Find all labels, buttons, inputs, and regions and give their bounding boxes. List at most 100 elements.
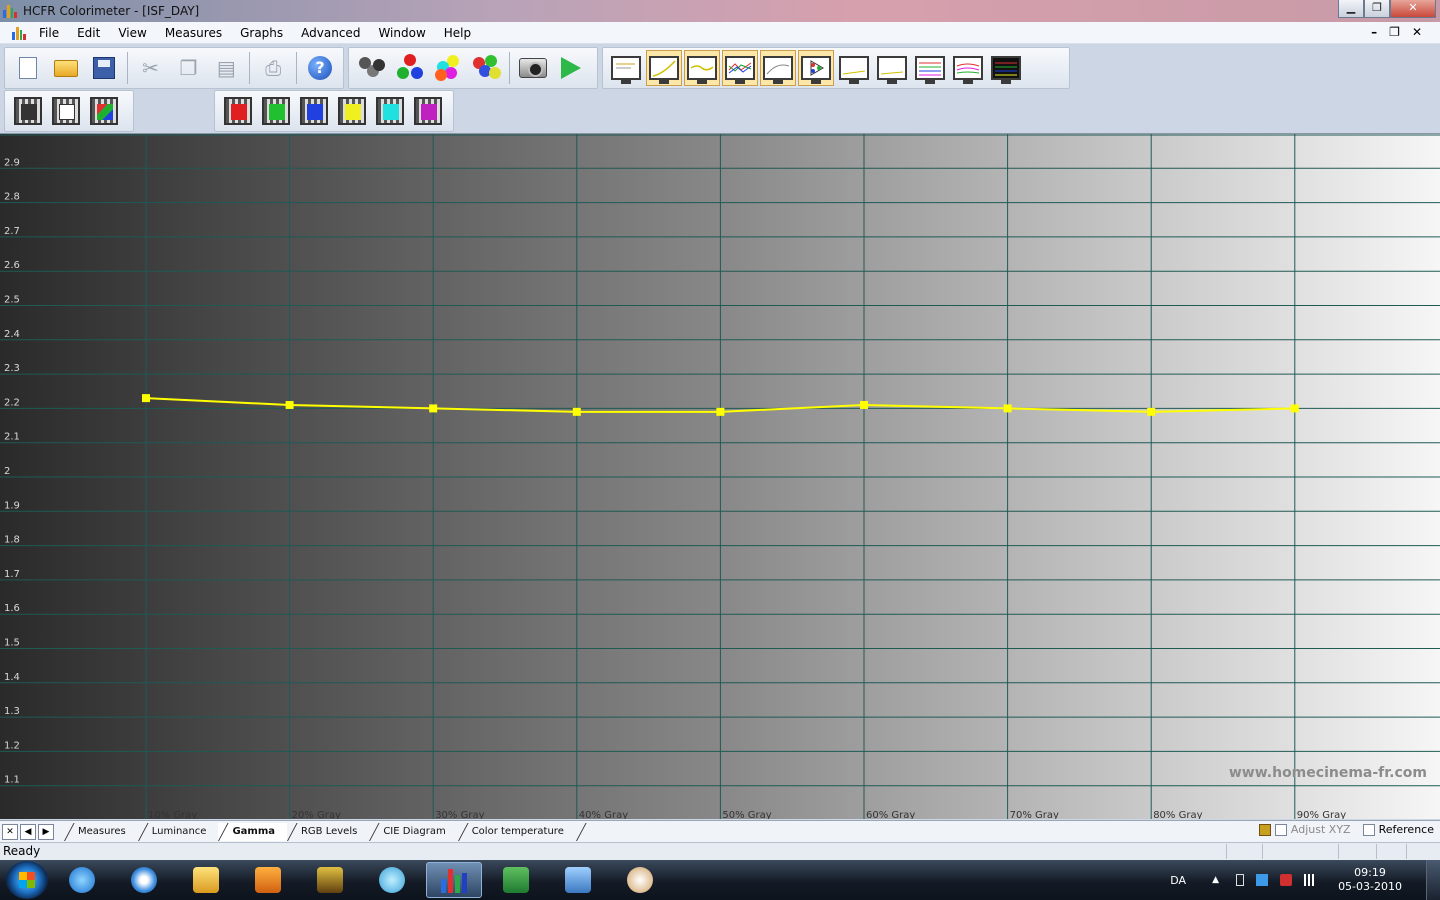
tab-color-temperature[interactable]: Color temperature (458, 823, 576, 841)
gamma-point[interactable] (1003, 404, 1012, 413)
sensor-button[interactable] (354, 50, 390, 86)
taskbar-media-player[interactable] (240, 862, 296, 898)
camera-button[interactable] (515, 50, 551, 86)
clock[interactable]: 09:19 05-03-2010 (1338, 866, 1402, 894)
paste-button[interactable]: ▤ (208, 50, 244, 86)
mdi-close-button[interactable]: ✕ (1412, 25, 1422, 39)
gamma-point[interactable] (429, 404, 438, 413)
measure-yellow-button[interactable] (334, 93, 370, 129)
taskbar-excel[interactable] (488, 862, 544, 898)
start-button[interactable] (6, 861, 48, 899)
measure-green-button[interactable] (258, 93, 294, 129)
print-button[interactable]: ⎙ (255, 50, 291, 86)
tab-next-button[interactable]: ▶ (38, 823, 54, 840)
save-icon (92, 57, 115, 79)
tab-prev-button[interactable]: ◀ (20, 823, 36, 840)
taskbar-messenger[interactable] (364, 862, 420, 898)
tab-gamma[interactable]: Gamma (218, 822, 287, 841)
view-blank-1-button[interactable] (836, 50, 872, 86)
measure-magenta-button[interactable] (410, 93, 446, 129)
menu-measures[interactable]: Measures (156, 26, 231, 40)
menu-view[interactable]: View (109, 26, 155, 40)
primary-colors-icon (395, 53, 425, 83)
menu-help[interactable]: Help (435, 26, 480, 40)
view-toolbar (602, 47, 1070, 89)
measure-blue-button[interactable] (296, 93, 332, 129)
taskbar-paint[interactable] (612, 862, 668, 898)
taskbar-internet-explorer[interactable] (54, 862, 110, 898)
minimize-button[interactable]: ▁ (1338, 0, 1364, 18)
print-icon: ⎙ (265, 56, 282, 80)
primary-colors-button[interactable] (392, 50, 428, 86)
y-tick-label: 1.4 (4, 672, 20, 683)
battery-icon[interactable] (1236, 874, 1245, 886)
messenger-icon (379, 867, 405, 893)
copy-button[interactable]: ❐ (171, 50, 207, 86)
gamma-point[interactable] (1290, 404, 1299, 413)
open-button[interactable] (48, 50, 84, 86)
network-icon[interactable] (1304, 874, 1317, 886)
status-bar: Ready (0, 842, 1440, 860)
view-gamma-curve-button[interactable] (684, 50, 720, 86)
mdi-minimize-button[interactable]: – (1371, 25, 1377, 39)
view-spectrum-button[interactable] (988, 50, 1024, 86)
view-multi-line-button[interactable] (912, 50, 948, 86)
volume-muted-icon[interactable] (1280, 874, 1293, 886)
system-tray: DA ▲ 09:19 05-03-2010 (1170, 860, 1440, 900)
reference-checkbox[interactable] (1362, 823, 1375, 836)
maximize-button[interactable]: ❐ (1364, 0, 1390, 18)
tab-close-button[interactable]: ✕ (2, 823, 18, 840)
measure-gray-button[interactable] (10, 93, 46, 129)
mdi-restore-button[interactable]: ❐ (1389, 25, 1400, 39)
gamma-point[interactable] (572, 407, 581, 416)
view-rgb-button[interactable] (722, 50, 758, 86)
save-button[interactable] (86, 50, 122, 86)
tab-rgb-levels[interactable]: RGB Levels (287, 823, 369, 841)
show-desktop-button[interactable] (1426, 860, 1440, 900)
measure-red-button[interactable] (220, 93, 256, 129)
new-button[interactable] (10, 50, 46, 86)
measure-near-black-button[interactable] (48, 93, 84, 129)
color-balls-button[interactable] (468, 50, 504, 86)
taskbar-hcfr[interactable] (426, 862, 482, 898)
menu-graphs[interactable]: Graphs (231, 26, 292, 40)
cut-button[interactable]: ✂ (133, 50, 169, 86)
play-button[interactable] (553, 50, 589, 86)
gamma-point[interactable] (1147, 407, 1156, 416)
menu-advanced[interactable]: Advanced (292, 26, 369, 40)
view-gamma-button[interactable] (646, 50, 682, 86)
menu-file[interactable]: File (30, 26, 68, 40)
y-tick-label: 2.9 (4, 157, 20, 168)
view-cie-chart-button[interactable] (798, 50, 834, 86)
gamma-graph[interactable]: 1.1 1.2 1.3 1.4 1.5 1.6 1.7 1.8 1.9 2 2.1 2.2 2.3 2.4… (0, 133, 1440, 819)
gamma-point[interactable] (860, 400, 868, 409)
close-button[interactable]: ✕ (1390, 0, 1436, 18)
gamma-point[interactable] (716, 407, 725, 416)
adjust-xyz-checkbox[interactable] (1274, 823, 1287, 836)
dropbox-icon[interactable] (1256, 874, 1269, 886)
tab-measures[interactable]: Measures (64, 823, 138, 841)
view-luminance-button[interactable] (608, 50, 644, 86)
help-button[interactable]: ? (302, 50, 338, 86)
tray-expand-icon[interactable]: ▲ (1212, 874, 1224, 886)
taskbar-picture-viewer[interactable] (550, 862, 606, 898)
menu-window[interactable]: Window (369, 26, 434, 40)
taskbar-file-explorer[interactable] (178, 862, 234, 898)
measure-cyan-button[interactable] (372, 93, 408, 129)
language-indicator[interactable]: DA (1170, 874, 1186, 887)
menu-edit[interactable]: Edit (68, 26, 109, 40)
gamma-point[interactable] (285, 400, 294, 409)
document-menu-icon[interactable] (12, 26, 26, 40)
secondary-colors-button[interactable] (430, 50, 466, 86)
tab-cie-diagram[interactable]: CIE Diagram (369, 823, 457, 841)
tab-luminance[interactable]: Luminance (138, 823, 219, 841)
adjust-lock-icon (1258, 823, 1271, 836)
gamma-point[interactable] (142, 394, 150, 403)
measure-primaries-button[interactable] (86, 93, 122, 129)
taskbar-safari[interactable] (116, 862, 172, 898)
window-title: HCFR Colorimeter - [ISF_DAY] (23, 4, 200, 18)
taskbar-powerdvd[interactable] (302, 862, 358, 898)
view-rgb-lines-button[interactable] (950, 50, 986, 86)
view-cie-button[interactable] (760, 50, 796, 86)
view-blank-2-button[interactable] (874, 50, 910, 86)
